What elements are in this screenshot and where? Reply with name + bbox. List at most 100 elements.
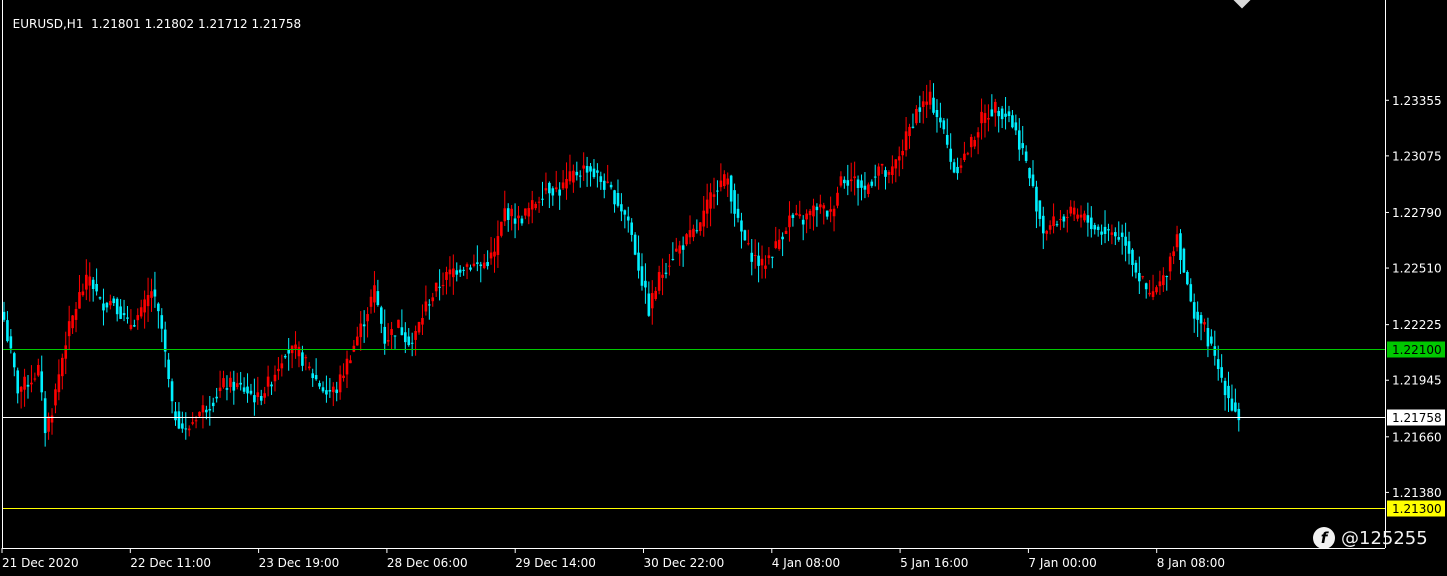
candle-body — [170, 381, 174, 402]
candle-body — [417, 322, 421, 333]
candle-body — [863, 185, 867, 190]
candle-body — [911, 126, 915, 128]
candle-body — [211, 402, 215, 407]
candle-body — [280, 363, 284, 369]
candle-body — [253, 395, 256, 403]
candle-body — [321, 387, 325, 392]
candle-body — [16, 370, 20, 394]
candle-body — [788, 215, 791, 228]
candle-body — [373, 285, 376, 303]
candle-body — [582, 165, 585, 169]
candle-body — [71, 315, 74, 329]
candle-body — [191, 422, 194, 424]
candle-body — [500, 221, 503, 236]
candle-body — [112, 298, 116, 304]
candle-body — [1069, 206, 1073, 214]
candle-body — [609, 184, 613, 188]
candle-body — [335, 389, 339, 394]
candle-body — [825, 210, 829, 217]
candle-body — [1165, 276, 1169, 278]
candle-body — [1189, 284, 1193, 302]
candle-body — [901, 150, 904, 156]
candle-body — [331, 386, 335, 393]
candle-body — [856, 179, 860, 188]
candle-body — [239, 382, 242, 385]
candle-body — [1192, 302, 1196, 319]
candle-body — [40, 371, 44, 393]
candle-body — [1117, 237, 1121, 240]
candle-body — [506, 208, 510, 220]
candle-body — [969, 136, 973, 148]
candle-body — [1216, 359, 1220, 370]
candle-body — [301, 352, 304, 366]
candle-body — [146, 295, 150, 307]
candle-body — [283, 355, 287, 358]
candle-body — [808, 210, 812, 216]
x-tick-label: 21 Dec 2020 — [2, 556, 79, 570]
candle-body — [973, 140, 976, 147]
candle-body — [1182, 248, 1186, 273]
candle-body — [592, 168, 596, 178]
candle-body — [184, 428, 188, 430]
candle-body — [397, 319, 400, 328]
candle-body — [709, 192, 712, 209]
candle-body — [568, 171, 572, 182]
candle-body — [702, 210, 706, 227]
candle-body — [698, 222, 702, 232]
candle-body — [870, 181, 874, 186]
candle-body — [410, 342, 414, 344]
candle-body — [74, 309, 78, 320]
candle-body — [510, 208, 513, 217]
candle-body — [781, 236, 784, 240]
close-value: 1.21758 — [251, 17, 302, 31]
candle-body — [1100, 231, 1103, 235]
price-chart[interactable]: 1.22100 1.21758 1.21300 1.23355 1.23075 1.22… — [0, 0, 1447, 576]
candle-body — [990, 109, 994, 117]
candle-body — [67, 321, 71, 337]
candle-body — [1052, 216, 1055, 227]
candle-body — [1168, 256, 1172, 272]
y-tick-label: 1.23355 — [1392, 94, 1442, 108]
candle-body — [19, 386, 23, 392]
candle-body — [1103, 226, 1107, 234]
y-tick-label: 1.21660 — [1392, 430, 1442, 444]
candle — [1182, 247, 1186, 274]
candle — [743, 229, 747, 241]
candle-body — [407, 336, 411, 346]
candle-body — [678, 245, 682, 254]
candle-body — [712, 194, 716, 197]
candle-body — [181, 423, 184, 429]
candle-body — [1155, 287, 1158, 293]
candle-body — [530, 200, 534, 210]
candle-body — [822, 205, 826, 209]
candle-body — [980, 111, 983, 124]
candle-body — [1086, 215, 1090, 223]
candle-body — [414, 330, 417, 340]
candle-body — [64, 345, 68, 359]
candle-body — [513, 218, 517, 224]
candle-body — [88, 276, 92, 286]
candle-body — [380, 307, 383, 324]
candle-body — [1186, 271, 1189, 285]
candle-body — [503, 208, 507, 222]
candle-body — [1162, 275, 1165, 286]
candle-body — [232, 381, 236, 391]
candle-body — [386, 340, 390, 342]
candle-body — [1203, 322, 1206, 325]
candle-body — [393, 335, 397, 337]
candle-body — [352, 345, 356, 352]
candle-body — [85, 274, 88, 290]
candle-body — [747, 243, 750, 245]
candle-body — [242, 387, 246, 392]
candle-body — [136, 315, 140, 321]
candle-body — [355, 336, 359, 346]
candle-body — [527, 208, 531, 217]
candle-body — [1131, 249, 1134, 265]
candle-body — [1076, 214, 1079, 219]
candle-body — [1045, 230, 1049, 234]
candle-body — [956, 166, 959, 174]
candle-body — [853, 176, 856, 179]
x-tick-label: 29 Dec 14:00 — [515, 556, 596, 570]
candle-body — [915, 108, 918, 124]
candle-body — [726, 178, 730, 185]
